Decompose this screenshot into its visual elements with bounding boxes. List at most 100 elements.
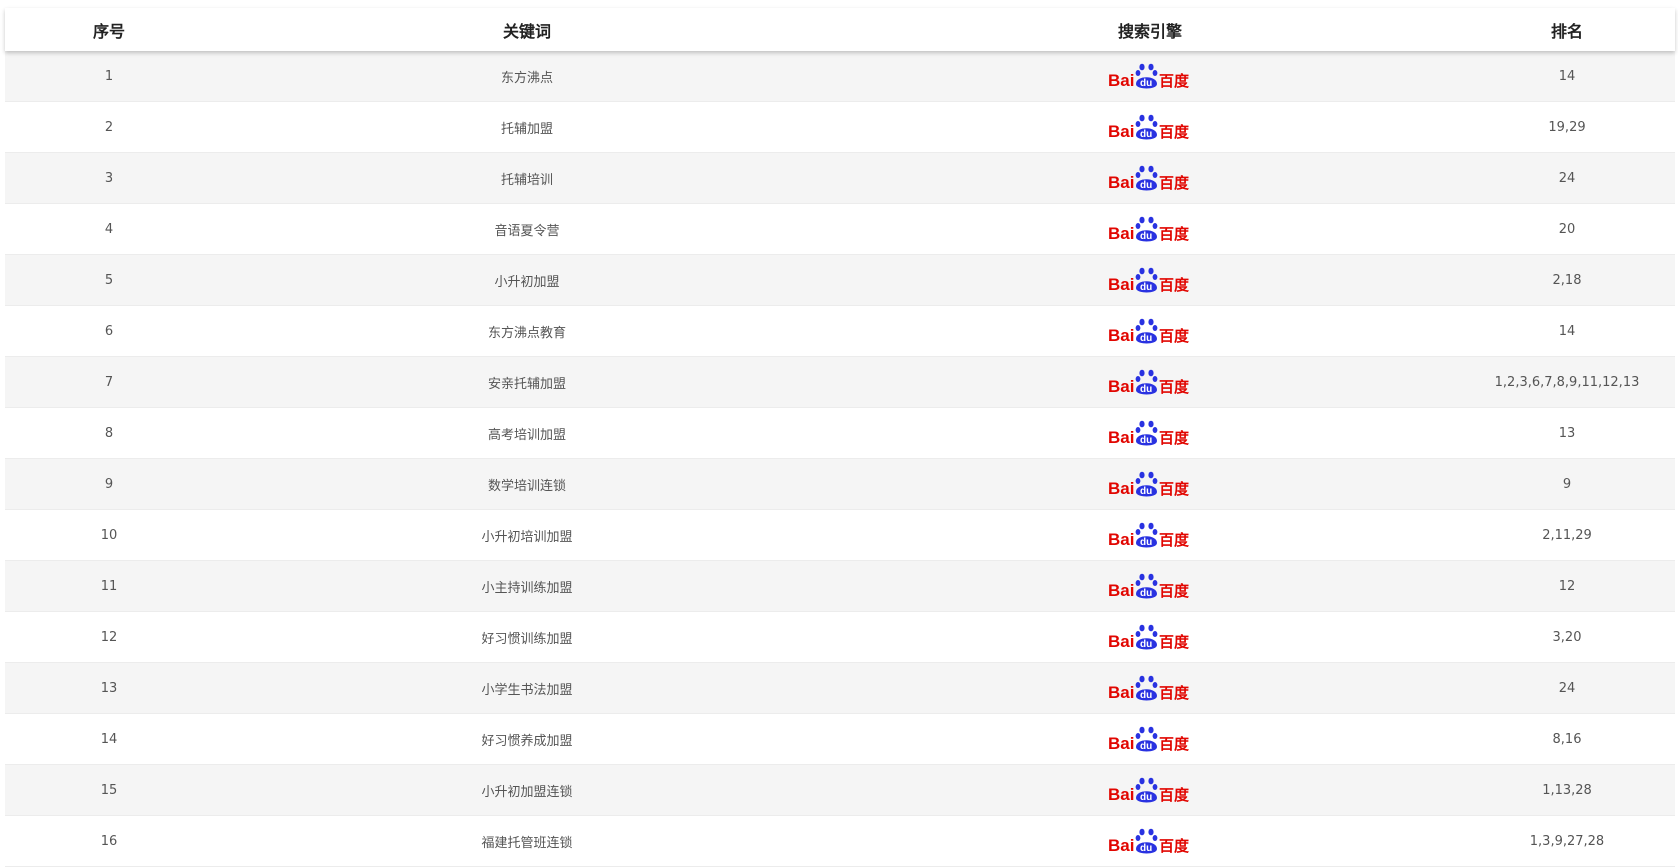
row-index: 6 bbox=[104, 323, 114, 339]
svg-text:du: du bbox=[1140, 741, 1152, 752]
header-keyword: 关键词 bbox=[502, 21, 551, 41]
baidu-logo-icon: Bai du 百度 bbox=[1108, 369, 1190, 396]
row-index: 5 bbox=[104, 272, 114, 288]
row-search-engine: Bai du 百度 bbox=[841, 417, 1459, 449]
svg-text:du: du bbox=[1140, 435, 1152, 446]
svg-text:Bai: Bai bbox=[1108, 173, 1134, 192]
row-search-engine: Bai du 百度 bbox=[841, 774, 1459, 806]
svg-text:du: du bbox=[1140, 639, 1152, 650]
row-keyword: 好习惯训练加盟 bbox=[481, 631, 573, 647]
baidu-logo-icon: Bai du 百度 bbox=[1108, 267, 1190, 294]
row-index: 7 bbox=[104, 374, 114, 390]
row-index: 15 bbox=[100, 782, 118, 798]
row-index: 2 bbox=[104, 119, 114, 135]
svg-text:du: du bbox=[1140, 231, 1152, 242]
row-search-engine: Bai du 百度 bbox=[841, 468, 1459, 500]
row-index: 14 bbox=[100, 731, 118, 747]
svg-text:du: du bbox=[1140, 690, 1152, 701]
svg-text:百度: 百度 bbox=[1159, 225, 1190, 243]
svg-text:du: du bbox=[1140, 282, 1152, 293]
header-search-engine: 搜索引擎 bbox=[1117, 21, 1182, 41]
svg-text:du: du bbox=[1140, 333, 1152, 344]
row-index: 4 bbox=[104, 221, 114, 237]
header-index: 序号 bbox=[92, 21, 125, 41]
table-row: 5 小升初加盟 Bai du 百度 2,18 bbox=[5, 255, 1675, 306]
svg-text:百度: 百度 bbox=[1159, 684, 1190, 702]
row-search-engine: Bai du 百度 bbox=[841, 111, 1459, 143]
svg-text:Bai: Bai bbox=[1108, 377, 1134, 396]
row-index: 13 bbox=[100, 680, 118, 696]
row-keyword: 小学生书法加盟 bbox=[481, 682, 573, 698]
svg-text:du: du bbox=[1140, 180, 1152, 191]
svg-text:Bai: Bai bbox=[1108, 632, 1134, 651]
svg-text:百度: 百度 bbox=[1159, 123, 1190, 141]
svg-text:百度: 百度 bbox=[1159, 276, 1190, 294]
svg-text:Bai: Bai bbox=[1108, 326, 1134, 345]
table-row: 7 安亲托辅加盟 Bai du 百度 1,2,3,6,7,8,9,11,12,1… bbox=[5, 357, 1675, 408]
table-row: 2 托辅加盟 Bai du 百度 19,29 bbox=[5, 102, 1675, 153]
row-rank: 24 bbox=[1558, 170, 1576, 186]
svg-text:Bai: Bai bbox=[1108, 224, 1134, 243]
svg-text:Bai: Bai bbox=[1108, 479, 1134, 498]
baidu-logo-icon: Bai du 百度 bbox=[1108, 828, 1190, 855]
baidu-logo-icon: Bai du 百度 bbox=[1108, 675, 1190, 702]
table-header: 序号 关键词 搜索引擎 排名 bbox=[5, 8, 1675, 51]
row-search-engine: Bai du 百度 bbox=[841, 621, 1459, 653]
table-row: 6 东方沸点教育 Bai du 百度 14 bbox=[5, 306, 1675, 357]
svg-text:Bai: Bai bbox=[1108, 683, 1134, 702]
row-search-engine: Bai du 百度 bbox=[841, 825, 1459, 857]
row-rank: 12 bbox=[1558, 578, 1576, 594]
row-rank: 13 bbox=[1558, 425, 1576, 441]
svg-text:Bai: Bai bbox=[1108, 122, 1134, 141]
row-keyword: 安亲托辅加盟 bbox=[487, 376, 566, 392]
svg-text:百度: 百度 bbox=[1159, 174, 1190, 192]
row-search-engine: Bai du 百度 bbox=[841, 366, 1459, 398]
baidu-logo-icon: Bai du 百度 bbox=[1108, 318, 1190, 345]
row-search-engine: Bai du 百度 bbox=[841, 213, 1459, 245]
row-index: 16 bbox=[100, 833, 118, 849]
row-rank: 1,3,9,27,28 bbox=[1529, 833, 1605, 849]
svg-text:du: du bbox=[1140, 129, 1152, 140]
svg-text:Bai: Bai bbox=[1108, 428, 1134, 447]
baidu-logo-icon: Bai du 百度 bbox=[1108, 63, 1190, 90]
row-search-engine: Bai du 百度 bbox=[841, 315, 1459, 347]
svg-text:Bai: Bai bbox=[1108, 530, 1134, 549]
svg-text:百度: 百度 bbox=[1159, 633, 1190, 651]
row-search-engine: Bai du 百度 bbox=[841, 723, 1459, 755]
table-row: 3 托辅培训 Bai du 百度 24 bbox=[5, 153, 1675, 204]
baidu-logo-icon: Bai du 百度 bbox=[1108, 726, 1190, 753]
baidu-logo-icon: Bai du 百度 bbox=[1108, 216, 1190, 243]
svg-text:百度: 百度 bbox=[1159, 786, 1190, 804]
baidu-logo-icon: Bai du 百度 bbox=[1108, 165, 1190, 192]
row-rank: 14 bbox=[1558, 68, 1576, 84]
baidu-logo-icon: Bai du 百度 bbox=[1108, 777, 1190, 804]
svg-text:百度: 百度 bbox=[1159, 378, 1190, 396]
row-keyword: 小主持训练加盟 bbox=[481, 580, 573, 596]
svg-text:du: du bbox=[1140, 486, 1152, 497]
row-keyword: 音语夏令营 bbox=[494, 223, 560, 239]
table-row: 1 东方沸点 Bai du 百度 14 bbox=[5, 51, 1675, 102]
row-keyword: 福建托管班连锁 bbox=[481, 835, 573, 851]
row-rank: 19,29 bbox=[1548, 119, 1586, 135]
row-keyword: 托辅加盟 bbox=[500, 121, 553, 137]
row-rank: 2,11,29 bbox=[1542, 527, 1592, 543]
table-row: 9 数学培训连锁 Bai du 百度 9 bbox=[5, 459, 1675, 510]
svg-text:百度: 百度 bbox=[1159, 735, 1190, 753]
svg-text:du: du bbox=[1140, 588, 1152, 599]
row-search-engine: Bai du 百度 bbox=[841, 570, 1459, 602]
svg-text:百度: 百度 bbox=[1159, 429, 1190, 447]
row-rank: 1,2,3,6,7,8,9,11,12,13 bbox=[1494, 374, 1640, 390]
row-rank: 14 bbox=[1558, 323, 1576, 339]
row-index: 10 bbox=[100, 527, 118, 543]
baidu-logo-icon: Bai du 百度 bbox=[1108, 471, 1190, 498]
row-rank: 8,16 bbox=[1552, 731, 1582, 747]
svg-text:百度: 百度 bbox=[1159, 72, 1190, 90]
svg-text:百度: 百度 bbox=[1159, 531, 1190, 549]
row-index: 8 bbox=[104, 425, 114, 441]
table-row: 14 好习惯养成加盟 Bai du 百度 8,16 bbox=[5, 714, 1675, 765]
header-rank: 排名 bbox=[1550, 21, 1583, 41]
row-keyword: 东方沸点教育 bbox=[487, 325, 566, 341]
row-keyword: 托辅培训 bbox=[500, 172, 553, 188]
row-rank: 2,18 bbox=[1552, 272, 1582, 288]
svg-text:du: du bbox=[1140, 792, 1152, 803]
